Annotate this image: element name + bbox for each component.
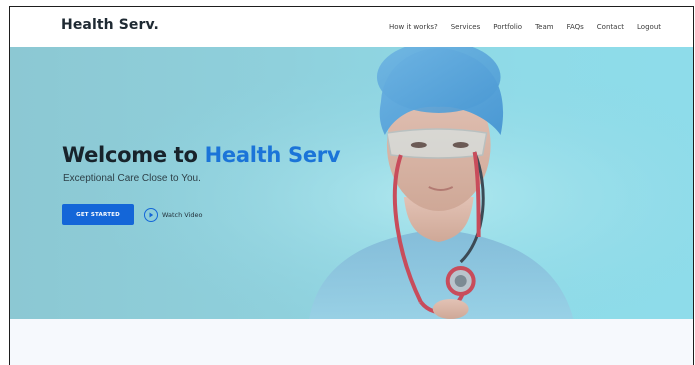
hero-subtitle: Exceptional Care Close to You.: [63, 173, 201, 184]
hero-section: Welcome to Health Serv Exceptional Care …: [10, 47, 693, 319]
nav-logout[interactable]: Logout: [637, 23, 661, 31]
nav-menu: How it works? Services Portfolio Team FA…: [389, 23, 661, 31]
browser-frame: Health Serv. How it works? Services Port…: [9, 6, 694, 365]
nav-portfolio[interactable]: Portfolio: [493, 23, 522, 31]
watch-video-link[interactable]: Watch Video: [144, 204, 203, 225]
nav-faqs[interactable]: FAQs: [567, 23, 584, 31]
nav-services[interactable]: Services: [451, 23, 481, 31]
nav-how-it-works[interactable]: How it works?: [389, 23, 438, 31]
hero-title-accent: Health Serv: [204, 143, 341, 167]
get-started-button[interactable]: GET STARTED: [62, 204, 134, 225]
nav-contact[interactable]: Contact: [597, 23, 624, 31]
hero-title: Welcome to Health Serv: [62, 143, 341, 167]
watch-video-label[interactable]: Watch Video: [162, 211, 203, 219]
hero-title-prefix: Welcome to: [62, 143, 205, 167]
top-navbar: Health Serv. How it works? Services Port…: [10, 7, 693, 47]
play-circle-icon[interactable]: [144, 207, 158, 222]
brand-logo[interactable]: Health Serv.: [61, 17, 159, 33]
content-section: [10, 319, 693, 365]
nav-team[interactable]: Team: [535, 23, 554, 31]
